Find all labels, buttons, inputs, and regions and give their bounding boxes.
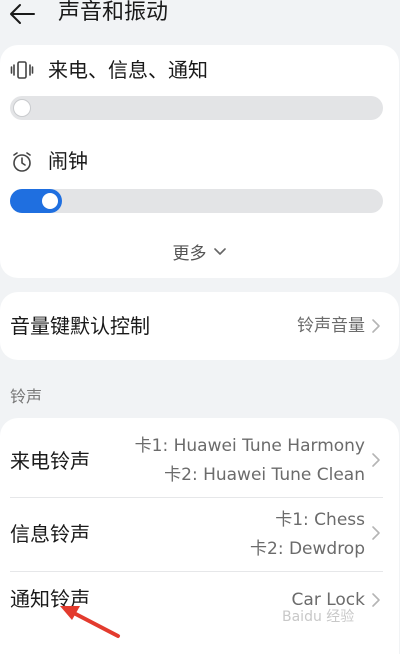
- chevron-down-icon: [213, 247, 226, 255]
- incoming-ringtone-sim1: 卡1: Huawei Tune Harmony: [134, 436, 365, 456]
- message-ringtone-sim2: 卡2: Dewdrop: [250, 539, 365, 559]
- more-toggle[interactable]: 更多: [0, 239, 399, 264]
- watermark: Baidu 经验: [282, 609, 355, 625]
- chevron-right-icon: [372, 319, 380, 333]
- incoming-ringtone-sim2: 卡2: Huawei Tune Clean: [164, 465, 365, 485]
- message-ringtone-row[interactable]: 信息铃声 卡1: Chess 卡2: Dewdrop: [0, 498, 399, 570]
- annotation-arrow-icon: [60, 606, 120, 638]
- alarm-volume-thumb[interactable]: [41, 193, 58, 209]
- ringtone-section-title: 铃声: [10, 387, 43, 406]
- chevron-right-icon: [372, 526, 380, 540]
- volume-key-row[interactable]: 音量键默认控制 铃声音量: [0, 292, 399, 360]
- volume-card: 来电、信息、通知 闹钟 更多: [0, 45, 399, 278]
- chevron-right-icon: [372, 593, 380, 607]
- alarm-volume-slider[interactable]: [10, 189, 383, 213]
- chevron-right-icon: [372, 453, 380, 467]
- alarm-clock-icon: [13, 152, 31, 172]
- alarm-volume-label: 闹钟: [48, 149, 88, 173]
- page-title: 声音和振动: [58, 0, 169, 25]
- incoming-ringtone-label: 来电铃声: [10, 449, 90, 473]
- incoming-ringtone-row[interactable]: 来电铃声 卡1: Huawei Tune Harmony 卡2: Huawei …: [0, 418, 399, 496]
- vibrate-phone-icon: [10, 61, 34, 79]
- volume-key-label: 音量键默认控制: [10, 314, 150, 338]
- ring-volume-label: 来电、信息、通知: [48, 58, 208, 82]
- arrow-left-icon[interactable]: [8, 2, 38, 26]
- volume-key-value: 铃声音量: [297, 316, 365, 336]
- header-bar: 声音和振动: [0, 0, 400, 36]
- ring-volume-slider[interactable]: [10, 96, 383, 120]
- ring-volume-thumb[interactable]: [14, 100, 30, 116]
- message-ringtone-sim1: 卡1: Chess: [275, 510, 365, 530]
- more-label: 更多: [172, 244, 207, 264]
- message-ringtone-label: 信息铃声: [10, 522, 90, 546]
